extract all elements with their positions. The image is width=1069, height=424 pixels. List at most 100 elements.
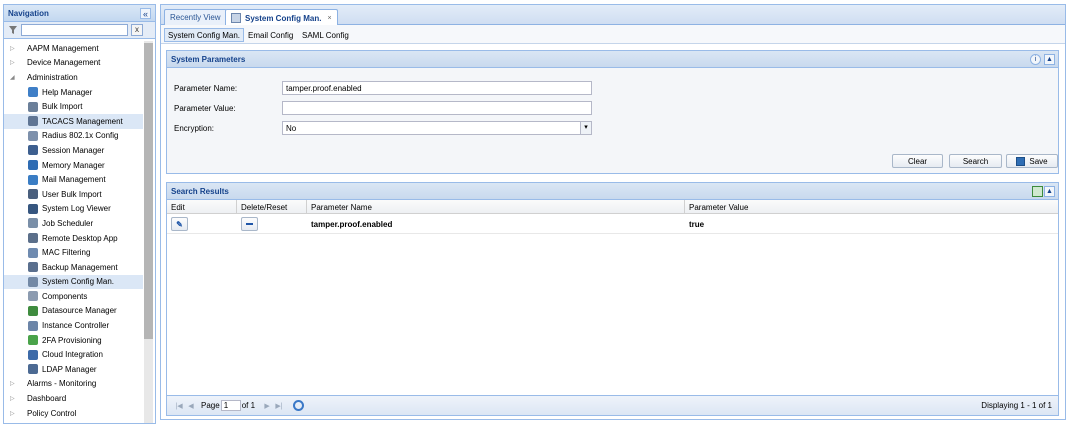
nav-item-alarms-monitoring[interactable]: ▷ Alarms - Monitoring [4, 377, 143, 392]
help-icon [28, 87, 38, 98]
nav-item-dashboard[interactable]: ▷ Dashboard [4, 391, 143, 406]
export-icon[interactable] [1032, 186, 1043, 197]
nav-item-user-bulk-import[interactable]: User Bulk Import [4, 187, 143, 202]
previous-page-icon[interactable]: ◀ [185, 402, 197, 410]
tab-label: Recently View [170, 13, 221, 22]
nav-item-job-scheduler[interactable]: Job Scheduler [4, 216, 143, 231]
nav-item-system-config-man[interactable]: System Config Man. [4, 274, 143, 290]
tab-bar: Recently View System Config Man. × [161, 5, 1065, 26]
nav-item-administration[interactable]: ◢ Administration [4, 70, 143, 85]
parameter-value-label: Parameter Value: [174, 103, 236, 113]
chevron-down-icon[interactable]: ▾ [580, 122, 591, 134]
info-icon[interactable]: i [1030, 54, 1041, 65]
nav-item-ldap-manager[interactable]: LDAP Manager [4, 362, 143, 377]
nav-item-label: Device Management [27, 58, 101, 68]
delete-reset-button[interactable] [241, 217, 258, 231]
page-number-input[interactable]: 1 [220, 400, 241, 411]
nav-item-help-manager[interactable]: Help Manager [4, 85, 143, 100]
instance-icon [28, 320, 38, 331]
pagination-toolbar: |◀ ◀ Page 1 of 1 ▶ ▶| Displaying 1 - 1 o… [167, 395, 1058, 415]
nav-item-tacacs-management[interactable]: TACACS Management [4, 113, 143, 129]
column-header-delete-reset[interactable]: Delete/Reset [237, 200, 307, 214]
first-page-icon[interactable]: |◀ [173, 402, 185, 410]
edit-icon[interactable]: ✎ [171, 217, 188, 231]
nav-item-mac-filtering[interactable]: MAC Filtering [4, 245, 143, 260]
nav-item-label: System Log Viewer [42, 204, 111, 214]
nav-item-cloud-integration[interactable]: Cloud Integration [4, 347, 143, 362]
nav-item-backup-management[interactable]: Backup Management [4, 260, 143, 275]
expanded-arrow-icon[interactable]: ◢ [10, 74, 27, 81]
nav-item-memory-manager[interactable]: Memory Manager [4, 158, 143, 173]
mail-icon [28, 174, 38, 185]
nav-item-label: 2FA Provisioning [42, 335, 102, 345]
subtab-email-config[interactable]: Email Config [245, 28, 296, 42]
nav-item-device-management[interactable]: ▷ Device Management [4, 56, 143, 71]
datasource-icon [28, 305, 38, 316]
search-results-panel: Search Results ▲ Edit Delete/Reset Param… [166, 182, 1059, 416]
next-page-icon[interactable]: ▶ [261, 402, 273, 410]
encryption-select[interactable]: No ▾ [282, 121, 592, 135]
nav-item-label: Help Manager [42, 87, 93, 97]
navigation-panel: Navigation « x ▷ AAPM Management ▷ Device M… [3, 4, 156, 424]
clear-filter-icon[interactable]: x [131, 24, 143, 36]
column-header-edit[interactable]: Edit [167, 200, 237, 214]
tab-recently-view[interactable]: Recently View [164, 9, 227, 25]
save-button-label: Save [1029, 156, 1048, 166]
nav-item-mail-management[interactable]: Mail Management [4, 172, 143, 187]
subtab-saml-config[interactable]: SAML Config [299, 28, 352, 42]
filter-icon [8, 25, 18, 35]
subtab-system-config[interactable]: System Config Man. [164, 28, 245, 42]
nav-item-system-log-viewer[interactable]: System Log Viewer [4, 202, 143, 217]
close-tab-icon[interactable]: × [327, 15, 331, 22]
table-row[interactable]: ✎ tamper.proof.enabled true [167, 214, 1058, 234]
sub-tab-bar: System Config Man. Email Config SAML Con… [161, 25, 1065, 44]
nav-item-session-manager[interactable]: Session Manager [4, 143, 143, 158]
nav-item-instance-controller[interactable]: Instance Controller [4, 318, 143, 333]
delete-reset-cell [237, 214, 307, 234]
nav-item-datasource-manager[interactable]: Datasource Manager [4, 304, 143, 319]
last-page-icon[interactable]: ▶| [273, 402, 285, 410]
system-config-icon [231, 13, 241, 23]
tab-system-config[interactable]: System Config Man. × [225, 9, 338, 26]
collapsed-arrow-icon[interactable]: ▷ [10, 380, 27, 387]
system-parameters-header: System Parameters i ▲ [167, 51, 1058, 68]
nav-item-radius-802-1x-config[interactable]: Radius 802.1x Config [4, 129, 143, 144]
save-button[interactable]: Save [1006, 154, 1058, 168]
nav-item-bulk-import[interactable]: Bulk Import [4, 99, 143, 114]
column-header-parameter-value[interactable]: Parameter Value [685, 200, 1058, 214]
nav-item-label: Instance Controller [42, 321, 110, 331]
nav-item-policy-control[interactable]: ▷ Policy Control [4, 406, 143, 421]
collapsed-arrow-icon[interactable]: ▷ [10, 395, 27, 402]
collapse-icon[interactable]: ▲ [1044, 54, 1055, 65]
collapsed-arrow-icon[interactable]: ▷ [10, 45, 27, 52]
clear-button[interactable]: Clear [892, 154, 943, 168]
nav-item-label: LDAP Manager [42, 364, 97, 374]
parameter-name-cell: tamper.proof.enabled [311, 219, 393, 229]
parameter-value-field[interactable] [282, 101, 592, 115]
refresh-icon[interactable] [293, 400, 305, 411]
nav-item-label: Mail Management [42, 175, 106, 185]
navigation-scrollbar-thumb[interactable] [144, 43, 153, 339]
navigation-filter-input[interactable] [21, 24, 128, 36]
parameter-name-field[interactable]: tamper.proof.enabled [282, 81, 592, 95]
import-icon [28, 101, 38, 112]
log-icon [28, 203, 38, 214]
search-button-label: Search [962, 156, 989, 166]
nav-item-label: Administration [27, 72, 78, 82]
nav-item-label: User Bulk Import [42, 189, 102, 199]
search-button[interactable]: Search [949, 154, 1002, 168]
collapse-icon[interactable]: ▲ [1044, 186, 1055, 197]
nav-item-components[interactable]: Components [4, 289, 143, 304]
collapsed-arrow-icon[interactable]: ▷ [10, 410, 27, 417]
column-header-parameter-name[interactable]: Parameter Name [307, 200, 685, 214]
search-results-header: Search Results ▲ [167, 183, 1058, 200]
nav-item-remote-desktop-app[interactable]: Remote Desktop App [4, 231, 143, 246]
navigation-header: Navigation « [4, 5, 155, 22]
nav-item-aapm-management[interactable]: ▷ AAPM Management [4, 41, 143, 56]
navigation-scrollbar[interactable] [144, 41, 153, 423]
nav-item-label: Components [42, 291, 88, 301]
minus-icon [246, 223, 253, 225]
nav-item-2fa-provisioning[interactable]: 2FA Provisioning [4, 333, 143, 348]
collapse-navigation-icon[interactable]: « [140, 7, 151, 19]
collapsed-arrow-icon[interactable]: ▷ [10, 59, 27, 66]
